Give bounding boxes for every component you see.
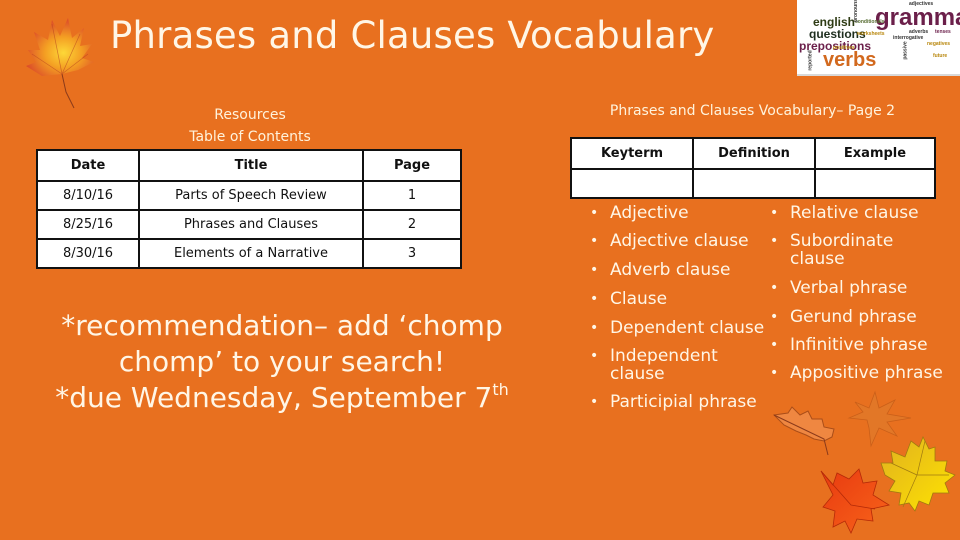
wordcloud-word: positives <box>833 45 855 51</box>
list-item: • Infinitive phrase <box>768 336 960 354</box>
note-line-2: chomp’ to your search! <box>118 345 446 378</box>
toc-date-cell: 8/25/16 <box>36 209 140 240</box>
table-row <box>570 168 936 199</box>
note-line-1: *recommendation– add ‘chomp <box>61 309 503 342</box>
wordcloud-word: reported <box>807 50 814 71</box>
toc-date-cell: 8/30/16 <box>36 238 140 269</box>
wordcloud-word: negatives <box>927 41 951 47</box>
vocab-table: Keyterm Definition Example <box>570 137 936 199</box>
bullet-icon: • <box>590 320 599 336</box>
bullet-icon: • <box>590 205 599 221</box>
term-label: Appositive phrase <box>790 363 943 383</box>
table-row: 8/10/16 Parts of Speech Review 1 <box>36 180 462 211</box>
vocab-example-cell <box>814 168 936 199</box>
list-item: • Gerund phrase <box>768 308 960 326</box>
bullet-icon: • <box>590 262 599 278</box>
wordcloud-word: pronouns <box>853 0 860 23</box>
vocab-header-definition: Definition <box>692 137 816 170</box>
recommendation-note: *recommendation– add ‘chomp chomp’ to yo… <box>22 308 542 416</box>
list-item: • Adverb clause <box>588 261 778 279</box>
list-item: • Clause <box>588 290 778 308</box>
list-item: • Participial phrase <box>588 393 778 411</box>
bullet-icon: • <box>770 205 779 221</box>
toc-page-cell: 2 <box>362 209 462 240</box>
toc-caption-title: Table of Contents <box>189 129 311 145</box>
maple-leaf-icon <box>26 18 94 109</box>
vocab-terms-list-2: • Relative clause • Subordinate clause • Ve… <box>768 202 960 382</box>
list-item: • Relative clause <box>768 204 960 222</box>
ordinal-suffix: th <box>492 380 509 399</box>
vocab-header-example: Example <box>814 137 936 170</box>
bullet-icon: • <box>590 348 599 364</box>
toc-title-cell: Elements of a Narrative <box>138 238 364 269</box>
wordcloud-word: future <box>933 53 948 59</box>
table-row: 8/25/16 Phrases and Clauses 2 <box>36 209 462 240</box>
oak-leaf-icon <box>772 406 835 456</box>
bullet-icon: • <box>770 337 779 353</box>
term-label: Clause <box>610 289 668 309</box>
vocab-caption: Phrases and Clauses Vocabulary– Page 2 <box>609 103 896 119</box>
wordcloud-word: verbs <box>823 49 877 71</box>
wordcloud-word: grammar <box>875 4 960 31</box>
wordcloud-word: conditionals <box>855 19 885 25</box>
vocab-keyterm-cell <box>570 168 694 199</box>
term-label: Gerund phrase <box>790 307 917 327</box>
list-item: • Appositive phrase <box>768 364 960 382</box>
toc-header-date: Date <box>36 149 140 182</box>
list-item: • Adjective clause <box>588 232 778 250</box>
list-item: • Adjective <box>588 204 778 222</box>
bullet-icon: • <box>770 309 779 325</box>
bullet-icon: • <box>590 233 599 249</box>
toc-page-cell: 1 <box>362 180 462 211</box>
wordcloud-word: worksheets <box>857 31 885 37</box>
wordcloud-word: tenses <box>935 29 951 35</box>
wordcloud-word: passive <box>902 41 909 60</box>
toc-page-cell: 3 <box>362 238 462 269</box>
bullet-icon: • <box>770 233 779 249</box>
vocab-header-keyterm: Keyterm <box>570 137 694 170</box>
toc-date-cell: 8/10/16 <box>36 180 140 211</box>
toc-header-row: Date Title Page <box>36 149 462 182</box>
term-label: Relative clause <box>790 203 919 223</box>
list-item: • Subordinate clause <box>768 232 920 268</box>
wordcloud-word: adjectives <box>909 1 934 7</box>
list-item: • Verbal phrase <box>768 279 960 297</box>
bullet-icon: • <box>770 365 779 381</box>
toc-title-cell: Parts of Speech Review <box>138 180 364 211</box>
vocab-definition-cell <box>692 168 816 199</box>
term-label: Subordinate clause <box>790 231 894 269</box>
bullet-icon: • <box>770 280 779 296</box>
term-label: Participial phrase <box>610 392 757 412</box>
toc-header-title: Title <box>138 149 364 182</box>
table-of-contents: Date Title Page 8/10/16 Parts of Speech … <box>36 149 462 269</box>
term-label: Infinitive phrase <box>790 335 928 355</box>
toc-caption-resources: Resources <box>214 107 286 123</box>
note-due-date: *due Wednesday, September 7th <box>22 380 542 416</box>
term-label: Adverb clause <box>610 260 731 280</box>
term-label: Adjective clause <box>610 231 749 251</box>
term-label: Adjective <box>610 203 689 223</box>
note-line-3: *due Wednesday, September 7 <box>55 381 493 414</box>
bullet-icon: • <box>590 291 599 307</box>
wordcloud-word: interrogative <box>893 35 924 41</box>
vocab-terms-list-1: • Adjective • Adjective clause • Adverb cla… <box>588 202 778 411</box>
vocab-header-row: Keyterm Definition Example <box>570 137 936 170</box>
toc-caption: Resources Table of Contents <box>150 104 350 148</box>
yellow-maple-leaf-icon <box>880 436 956 512</box>
list-item: • Independent clause <box>588 347 720 383</box>
term-label: Dependent clause <box>610 318 765 338</box>
slide-title: Phrases and Clauses Vocabulary <box>110 14 715 57</box>
bullet-icon: • <box>590 394 599 410</box>
grammar-wordcloud-image: grammar english questions prepositions v… <box>797 0 960 76</box>
list-item: • Dependent clause <box>588 319 778 337</box>
term-label: Verbal phrase <box>790 278 908 298</box>
toc-header-page: Page <box>362 149 462 182</box>
term-label: Independent clause <box>610 346 718 384</box>
toc-title-cell: Phrases and Clauses <box>138 209 364 240</box>
table-row: 8/30/16 Elements of a Narrative 3 <box>36 238 462 269</box>
